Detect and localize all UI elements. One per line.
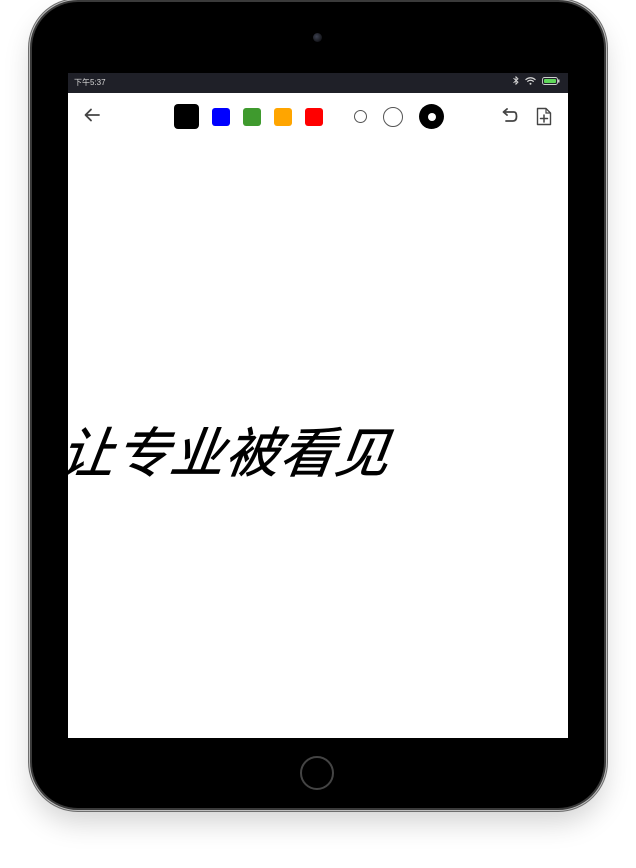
app-screen: 下午5:37 让专业被看见 [68,73,568,738]
battery-icon [542,73,560,93]
back-button[interactable] [82,105,102,125]
undo-button[interactable] [498,105,520,127]
drawing-toolbar [68,93,568,139]
status-time: 下午5:37 [74,78,106,87]
color-swatch-orange[interactable] [274,108,292,126]
new-page-button[interactable] [533,105,555,127]
status-icons [513,73,560,93]
brush-size-small[interactable] [354,110,367,123]
undo-icon [502,108,518,122]
color-swatch-green[interactable] [243,108,261,126]
home-button[interactable] [300,756,334,790]
status-bar: 下午5:37 [68,73,568,93]
bluetooth-icon [513,73,519,93]
handwriting-text: 让专业被看见 [68,422,396,485]
color-swatch-blue[interactable] [212,108,230,126]
arrow-left-icon [84,108,100,122]
color-swatch-red[interactable] [305,108,323,126]
brush-size-medium[interactable] [383,107,403,127]
drawing-canvas[interactable]: 让专业被看见 [68,139,568,738]
new-page-icon [536,107,552,125]
front-camera [313,33,322,42]
color-swatch-black[interactable] [174,104,199,129]
brush-size-large[interactable] [419,104,444,129]
wifi-icon [525,73,536,93]
